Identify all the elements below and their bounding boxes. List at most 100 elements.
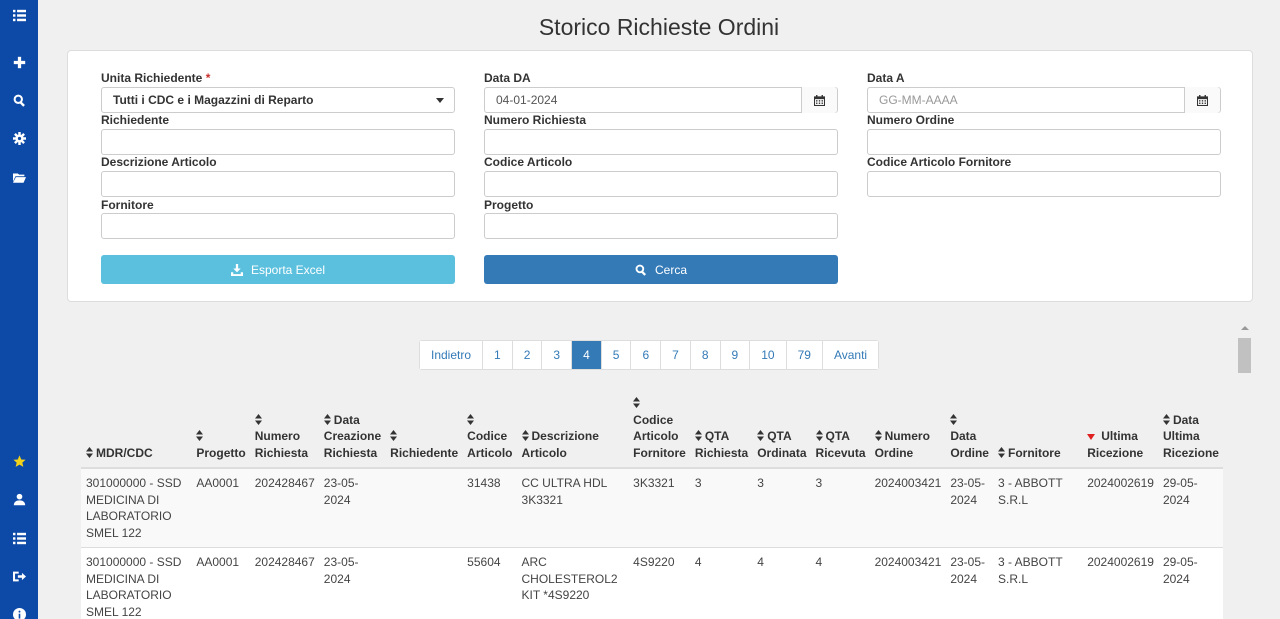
codice-fornitore-label: Codice Articolo Fornitore (867, 155, 1012, 169)
sort-icon (950, 413, 958, 425)
search-button-label: Cerca (654, 262, 687, 277)
data-a-calendar-button[interactable] (1184, 87, 1220, 113)
col-header-progetto[interactable]: Progetto (191, 395, 250, 469)
codice-articolo-input[interactable] (484, 171, 838, 197)
pagination-page[interactable]: 9 (720, 341, 751, 369)
data-da-input[interactable]: 04-01-2024 (484, 87, 838, 113)
sign-out-icon[interactable] (0, 566, 38, 586)
pagination-page[interactable]: 2 (512, 341, 543, 369)
cell-numero-ordine: 2024003421 (869, 547, 946, 619)
folder-open-icon[interactable] (0, 167, 38, 187)
gear-icon[interactable] (0, 128, 38, 148)
richiedente-label: Richiedente (101, 113, 170, 127)
col-header-ultima-ricezione[interactable]: Ultima Ricezione (1082, 395, 1158, 469)
pagination-page[interactable]: 8 (690, 341, 721, 369)
unita-select[interactable]: Tutti i CDC e i Magazzini di Reparto (101, 87, 455, 113)
cell-data-ordine: 23-05-2024 (945, 468, 993, 548)
cell-ultima-ricezione: 2024002619 (1082, 547, 1158, 619)
col-header-richiedente[interactable]: Richiedente (385, 395, 463, 469)
plus-icon[interactable] (0, 52, 38, 72)
page-title: Storico Richieste Ordini (538, 14, 780, 40)
cell-codice-articolo: 55604 (462, 547, 517, 619)
cell-qta-richiesta: 3 (689, 468, 753, 548)
col-header-data-ultima-ricezione[interactable]: Data Ultima Ricezione (1157, 395, 1223, 469)
scroll-up-arrow-icon[interactable] (1241, 326, 1249, 330)
table-row[interactable]: 301000000 - SSD MEDICINA DI LABORATORIO … (81, 468, 1223, 548)
list-icon[interactable] (0, 528, 38, 548)
numero-richiesta-label: Numero Richiesta (484, 113, 587, 127)
numero-ordine-input[interactable] (867, 129, 1221, 155)
pagination-prev[interactable]: Indietro (420, 341, 484, 369)
col-header-numero-richiesta[interactable]: Numero Richiesta (249, 395, 319, 469)
pagination-page[interactable]: 5 (601, 341, 632, 369)
cell-data-ultima-ricezione: 29-05-2024 (1157, 468, 1223, 548)
data-da-calendar-button[interactable] (801, 87, 837, 113)
cell-mdr-cdc: 301000000 - SSD MEDICINA DI LABORATORIO … (81, 468, 192, 548)
scrollbar[interactable] (1237, 322, 1252, 619)
pagination-page[interactable]: 6 (631, 341, 662, 369)
sort-icon (521, 429, 529, 441)
sort-icon (757, 429, 765, 441)
col-header-descrizione-articolo[interactable]: Descrizione Articolo (516, 395, 629, 469)
richiedente-input[interactable] (101, 129, 455, 155)
table-row[interactable]: 301000000 - SSD MEDICINA DI LABORATORIO … (81, 547, 1223, 619)
col-header-numero-ordine[interactable]: Numero Ordine (869, 395, 946, 469)
cell-data-ordine: 23-05-2024 (945, 547, 993, 619)
data-a-placeholder: GG-MM-AAAA (879, 93, 958, 107)
star-icon[interactable] (0, 451, 38, 471)
unita-select-value: Tutti i CDC e i Magazzini di Reparto (113, 93, 314, 107)
cell-ultima-ricezione: 2024002619 (1082, 468, 1158, 548)
pagination-page[interactable]: 10 (750, 341, 787, 369)
export-excel-button[interactable]: Esporta Excel (101, 255, 455, 284)
search-button[interactable]: Cerca (484, 255, 838, 284)
codice-fornitore-input[interactable] (867, 171, 1221, 197)
unita-label: Unita Richiedente * (101, 71, 211, 85)
export-excel-label: Esporta Excel (250, 262, 326, 277)
user-icon[interactable] (0, 489, 38, 509)
col-header-qta-ricevuta[interactable]: QTA Ricevuta (810, 395, 870, 469)
cell-qta-richiesta: 4 (689, 547, 753, 619)
info-icon[interactable] (0, 604, 38, 619)
fornitore-input[interactable] (101, 213, 455, 239)
col-header-qta-ordinata[interactable]: QTA Ordinata (752, 395, 811, 469)
descrizione-input[interactable] (101, 171, 455, 197)
cell-mdr-cdc: 301000000 - SSD MEDICINA DI LABORATORIO … (81, 547, 192, 619)
sort-icon (694, 429, 702, 441)
data-da-value: 04-01-2024 (496, 93, 558, 107)
col-header-qta-richiesta[interactable]: QTA Richiesta (689, 395, 753, 469)
progetto-label: Progetto (484, 198, 534, 212)
cell-fornitore: 3 - ABBOTT S.R.L (992, 547, 1083, 619)
progetto-input[interactable] (484, 213, 838, 239)
sort-icon (633, 396, 641, 408)
col-header-mdr-cdc[interactable]: MDR/CDC (81, 395, 192, 469)
pagination-next[interactable]: Avanti (822, 341, 879, 369)
cell-data-ultima-ricezione: 29-05-2024 (1157, 547, 1223, 619)
list-icon[interactable] (0, 5, 38, 25)
cell-data-creazione: 23-05-2024 (318, 468, 386, 548)
data-a-label: Data A (867, 71, 905, 85)
sidebar (0, 0, 38, 619)
col-header-codice-fornitore[interactable]: Codice Articolo Fornitore (628, 395, 690, 469)
cell-descrizione-articolo: CC ULTRA HDL 3K3321 (516, 468, 629, 548)
pagination-page-active[interactable]: 4 (572, 341, 602, 369)
cell-descrizione-articolo: ARC CHOLESTEROL2 KIT *4S9220 (516, 547, 629, 619)
cell-qta-ricevuta: 4 (810, 547, 870, 619)
pagination-page[interactable]: 79 (786, 341, 823, 369)
cell-fornitore: 3 - ABBOTT S.R.L (992, 468, 1083, 548)
data-a-input[interactable]: GG-MM-AAAA (867, 87, 1221, 113)
col-header-data-ordine[interactable]: Data Ordine (945, 395, 993, 469)
sort-icon (86, 446, 93, 458)
search-icon[interactable] (0, 90, 38, 110)
pagination-page[interactable]: 7 (661, 341, 691, 369)
calendar-icon (814, 94, 825, 106)
pagination-page[interactable]: 3 (542, 341, 573, 369)
col-header-data-creazione[interactable]: Data Creazione Richiesta (318, 395, 386, 469)
pagination-page[interactable]: 1 (483, 341, 513, 369)
col-header-codice-articolo[interactable]: Codice Articolo (462, 395, 517, 469)
scrollbar-thumb[interactable] (1238, 338, 1251, 373)
numero-richiesta-input[interactable] (484, 129, 838, 155)
sort-icon (815, 429, 823, 441)
col-header-fornitore[interactable]: Fornitore (992, 395, 1083, 469)
cell-codice-fornitore: 4S9220 (628, 547, 690, 619)
chevron-down-icon (436, 98, 444, 103)
